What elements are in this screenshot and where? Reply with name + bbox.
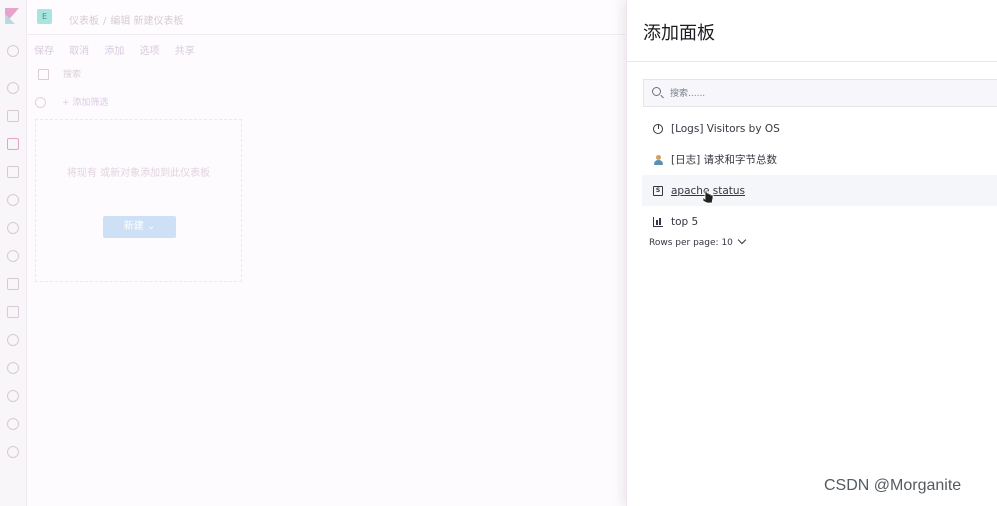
globe-icon[interactable] [7,222,19,234]
dashboard-icon[interactable] [7,138,19,150]
empty-state-text: 将现有 或新对象添加到此仪表板 [66,168,211,179]
menu-save[interactable]: 保存 [34,46,54,57]
mouse-cursor-icon [702,190,714,204]
ml-icon[interactable] [7,250,19,262]
search-field[interactable] [643,79,997,107]
top-menu: 保存 取消 添加 选项 共享 [34,42,207,57]
search-input[interactable] [668,85,972,103]
add-filter-link[interactable]: + 添加筛选 [62,98,108,108]
pie-chart-icon [653,123,663,134]
menu-cancel[interactable]: 取消 [69,46,89,57]
user-icon[interactable] [7,194,19,206]
canvas-icon[interactable] [7,166,19,178]
app-badge[interactable]: E [37,9,52,24]
compass-icon[interactable] [7,82,19,94]
divider [627,61,997,62]
rows-per-page[interactable]: Rows per page: 10 [649,235,747,248]
empty-dashboard: 将现有 或新对象添加到此仪表板 新建 ⌄ [35,119,242,282]
breadcrumb-dashboard[interactable]: 仪表板 [69,16,99,27]
left-nav [0,0,27,506]
bar-chart-icon [653,216,663,227]
list-item-label[interactable]: top 5 [671,216,698,228]
list-item[interactable]: [日志] 请求和字节总数 [647,144,997,175]
breadcrumb: 仪表板 / 编辑 新建仪表板 [69,16,184,27]
menu-options[interactable]: 选项 [140,46,160,57]
kibana-logo-icon[interactable] [5,8,19,24]
list-item-label[interactable]: [Logs] Visitors by OS [671,123,780,135]
search-icon [652,87,661,96]
graph-icon[interactable] [7,362,19,374]
filter-bar: + 添加筛选 [35,95,108,108]
saved-object-list: [Logs] Visitors by OS [日志] 请求和字节总数 S apa… [642,113,997,237]
flyout-title: 添加面板 [643,23,715,44]
menu-add[interactable]: 添加 [104,46,124,57]
list-item[interactable]: S apache status [642,175,997,206]
menu-share[interactable]: 共享 [175,46,195,57]
saved-search-icon: S [653,185,663,196]
logs-icon[interactable] [7,306,19,318]
map-pin-icon[interactable] [7,390,19,402]
gear-icon[interactable] [7,446,19,458]
monitoring-icon[interactable] [7,418,19,430]
chevron-down-icon [737,235,747,245]
clock-icon[interactable] [7,45,19,57]
add-panel-flyout: 添加面板 [Logs] Visitors by OS [日志] 请求和字节总数 … [626,0,997,506]
apm-icon[interactable] [7,278,19,290]
filter-options-icon[interactable] [35,97,46,108]
visualize-icon[interactable] [7,110,19,122]
query-search-placeholder[interactable]: 搜索 [63,70,81,80]
watermark: CSDN @Morganite [824,477,962,494]
uptime-icon[interactable] [7,334,19,346]
saved-query-icon[interactable] [38,69,49,80]
user-metric-icon [653,154,663,165]
list-item-label[interactable]: [日志] 请求和字节总数 [671,152,777,167]
new-button[interactable]: 新建 ⌄ [103,216,176,238]
list-item[interactable]: top 5 [647,206,997,237]
list-item[interactable]: [Logs] Visitors by OS [647,113,997,144]
query-bar: 搜索 [38,67,81,80]
breadcrumb-current: 编辑 新建仪表板 [110,16,184,27]
